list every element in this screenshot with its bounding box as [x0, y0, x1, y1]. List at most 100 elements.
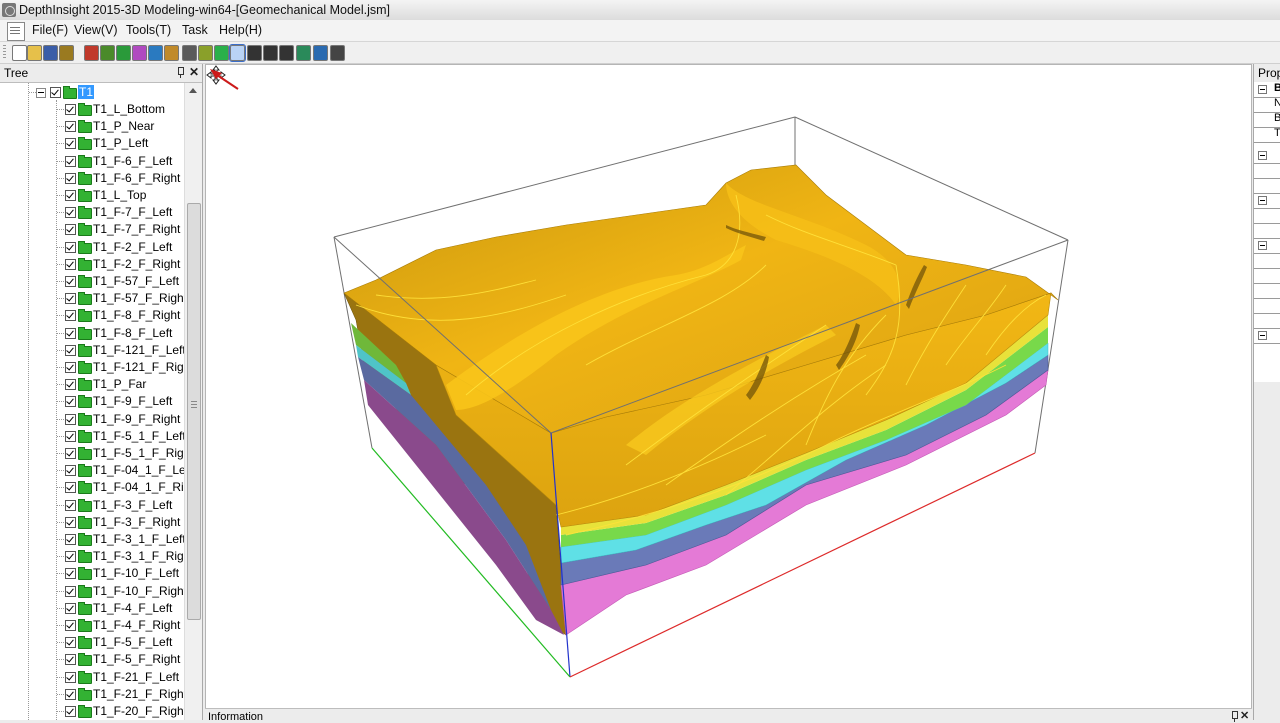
sphere-icon[interactable] — [214, 45, 229, 61]
geomechanical-model-render[interactable] — [206, 65, 1251, 708]
tree-node[interactable]: T1_F-2_F_Left — [0, 239, 184, 256]
checkbox-checked-icon[interactable] — [50, 87, 61, 98]
checkbox-checked-icon[interactable] — [65, 551, 76, 563]
property-row[interactable] — [1254, 238, 1280, 254]
checkbox-checked-icon[interactable] — [65, 276, 76, 287]
tree-node[interactable]: T1_F-4_F_Left — [0, 600, 184, 617]
tree-node[interactable]: T1_F-8_F_Right — [0, 307, 184, 324]
checkbox-checked-icon[interactable] — [65, 327, 76, 339]
tree-node[interactable]: T1_P_Left — [0, 135, 184, 152]
key-icon[interactable] — [59, 45, 74, 61]
tree-node[interactable]: T1_F-20_F_Right — [0, 703, 184, 720]
tree-node[interactable]: T1_F-04_1_F_Left — [0, 462, 184, 479]
property-row[interactable]: B — [1254, 82, 1280, 98]
property-row[interactable] — [1254, 163, 1280, 179]
tree-node[interactable]: T1_F-04_1_F_Righ — [0, 479, 184, 496]
tree-node[interactable]: T1_F-6_F_Right — [0, 170, 184, 187]
collapse-icon[interactable] — [1258, 196, 1267, 205]
tree-node[interactable]: T1_F-3_F_Left — [0, 497, 184, 514]
collapse-icon[interactable] — [36, 88, 46, 98]
tree-node[interactable]: T1_F-3_1_F_Left — [0, 531, 184, 548]
well-icon[interactable] — [164, 45, 179, 61]
tree-node[interactable]: T1_F-10_F_Right — [0, 583, 184, 600]
checkbox-checked-icon[interactable] — [65, 534, 76, 545]
close-icon[interactable]: ✕ — [1240, 709, 1249, 722]
tree-node[interactable]: T1_P_Near — [0, 118, 184, 135]
3d-viewport[interactable] — [205, 64, 1252, 709]
property-row[interactable] — [1254, 148, 1280, 164]
model-icon[interactable] — [84, 45, 99, 61]
tree-node[interactable]: T1_F-7_F_Left — [0, 204, 184, 221]
grid-icon[interactable] — [148, 45, 163, 61]
checkbox-checked-icon[interactable] — [65, 602, 76, 614]
checkbox-checked-icon[interactable] — [65, 224, 76, 236]
tree-node[interactable]: T1_F-9_F_Right — [0, 411, 184, 428]
menu-file[interactable]: File(F) — [32, 23, 68, 37]
property-row[interactable]: B — [1254, 112, 1280, 128]
property-row[interactable] — [1254, 253, 1280, 269]
tree-node[interactable]: T1_F-9_F_Left — [0, 393, 184, 410]
fault-icon[interactable] — [116, 45, 131, 61]
image-icon[interactable] — [296, 45, 311, 61]
tree-node[interactable]: T1_F-57_F_Right — [0, 290, 184, 307]
tree-node[interactable]: T1_F-3_1_F_Right — [0, 548, 184, 565]
menu-help[interactable]: Help(H) — [219, 23, 262, 37]
property-row[interactable] — [1254, 268, 1280, 284]
color-icon[interactable] — [229, 44, 246, 62]
checkbox-checked-icon[interactable] — [65, 706, 76, 717]
tree-node[interactable]: T1_F-7_F_Right — [0, 221, 184, 238]
property-row[interactable]: T — [1254, 127, 1280, 143]
checkbox-checked-icon[interactable] — [65, 310, 76, 322]
checkbox-checked-icon[interactable] — [65, 671, 76, 683]
pin-icon[interactable] — [176, 67, 184, 78]
new-file-icon[interactable] — [12, 45, 27, 61]
checkbox-checked-icon[interactable] — [65, 241, 76, 253]
property-row[interactable] — [1254, 298, 1280, 314]
save-icon[interactable] — [43, 45, 58, 61]
property-row[interactable] — [1254, 328, 1280, 344]
window-icon[interactable] — [330, 45, 345, 61]
checkbox-checked-icon[interactable] — [65, 620, 76, 631]
checkbox-checked-icon[interactable] — [65, 190, 76, 201]
tree-node[interactable]: T1_F-8_F_Left — [0, 325, 184, 342]
tree-node[interactable]: T1_F-21_F_Left — [0, 669, 184, 686]
rotate-icon[interactable] — [247, 45, 262, 61]
checkbox-checked-icon[interactable] — [65, 448, 76, 459]
tree-node[interactable]: T1_F-10_F_Left — [0, 565, 184, 582]
tree-node[interactable]: T1_P_Far — [0, 376, 184, 393]
property-row[interactable] — [1254, 208, 1280, 224]
zoom-icon[interactable] — [279, 45, 294, 61]
tree-node-root[interactable]: T1 — [0, 84, 184, 101]
checkbox-checked-icon[interactable] — [65, 138, 76, 150]
tree-node[interactable]: T1_F-3_F_Right — [0, 514, 184, 531]
tree-node[interactable]: T1_F-6_F_Left — [0, 153, 184, 170]
checkbox-checked-icon[interactable] — [65, 344, 76, 356]
close-icon[interactable]: ✕ — [189, 65, 199, 79]
checkbox-checked-icon[interactable] — [65, 465, 76, 477]
capture-icon[interactable] — [313, 45, 328, 61]
toolbar-grip-icon[interactable] — [3, 45, 6, 60]
tree-node[interactable]: T1_L_Top — [0, 187, 184, 204]
checkbox-checked-icon[interactable] — [65, 172, 76, 184]
checkbox-checked-icon[interactable] — [65, 482, 76, 494]
checkbox-checked-icon[interactable] — [65, 430, 76, 442]
tree-node[interactable]: T1_F-21_F_Right — [0, 686, 184, 703]
line-icon[interactable] — [198, 45, 213, 61]
menu-tools[interactable]: Tools(T) — [126, 23, 171, 37]
collapse-icon[interactable] — [1258, 85, 1267, 94]
pan-icon[interactable] — [263, 45, 278, 61]
property-row[interactable] — [1254, 193, 1280, 209]
checkbox-checked-icon[interactable] — [65, 637, 76, 649]
arrow-icon[interactable] — [182, 45, 197, 61]
checkbox-checked-icon[interactable] — [65, 396, 76, 408]
tree-node[interactable]: T1_F-121_F_Left — [0, 342, 184, 359]
tree-node[interactable]: T1_F-5_1_F_Left — [0, 428, 184, 445]
property-row[interactable] — [1254, 313, 1280, 329]
checkbox-checked-icon[interactable] — [65, 258, 76, 270]
scroll-up-icon[interactable] — [189, 88, 197, 93]
checkbox-checked-icon[interactable] — [65, 654, 76, 666]
checkbox-checked-icon[interactable] — [65, 207, 76, 219]
collapse-icon[interactable] — [1258, 331, 1267, 340]
checkbox-checked-icon[interactable] — [65, 688, 76, 700]
checkbox-checked-icon[interactable] — [65, 104, 76, 115]
